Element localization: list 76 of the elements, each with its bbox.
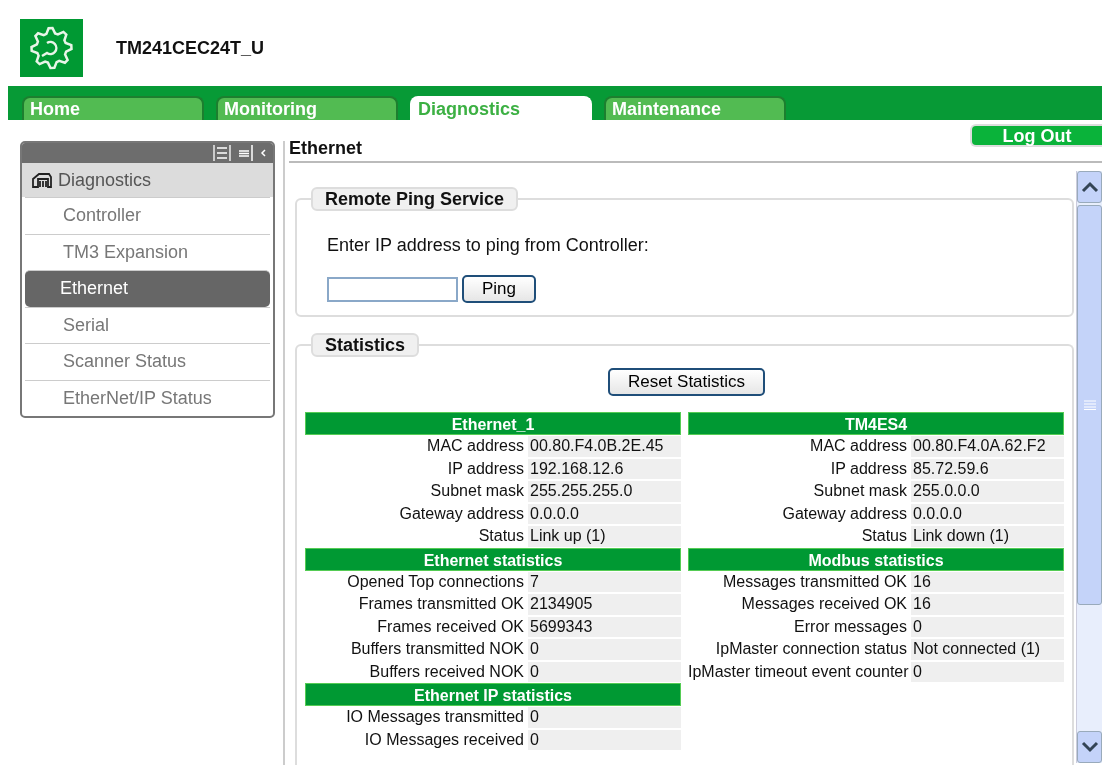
row-label: Frames received OK: [376, 616, 525, 637]
row-label: Error messages: [793, 616, 908, 637]
row-value: 7: [528, 571, 681, 592]
row-label: IO Messages transmitted: [345, 707, 525, 727]
table-section-header: Modbus statistics: [688, 547, 1064, 571]
row-label: Gateway address: [781, 503, 908, 524]
reset-statistics-button[interactable]: Reset Statistics: [607, 368, 766, 396]
device-title: TM241CEC24T_U: [116, 36, 265, 60]
row-label: IpMaster connection status: [714, 639, 908, 659]
row-label: Subnet mask: [429, 481, 525, 501]
row-value: 0: [528, 729, 681, 750]
section-legend: Statistics: [311, 333, 420, 357]
row-value: 0: [528, 661, 681, 682]
row-value: 00.80.F4.0B.2E.45: [528, 436, 681, 457]
nav-tab[interactable]: Maintenance: [604, 96, 786, 120]
nav-tab[interactable]: Monitoring: [216, 96, 398, 120]
machine-icon: [32, 172, 52, 188]
row-label: Opened Top connections: [346, 571, 525, 592]
row-label: MAC address: [809, 436, 908, 456]
section-legend: Remote Ping Service: [311, 187, 519, 211]
row-label: Buffers received NOK: [368, 661, 525, 682]
row-value: 255.255.255.0: [528, 481, 681, 502]
scroll-down-button[interactable]: [1077, 731, 1102, 763]
sidebar-item[interactable]: Ethernet: [25, 270, 270, 307]
row-label: Status: [860, 526, 908, 546]
row-label: IP address: [446, 458, 525, 479]
row-value: Not connected (1): [911, 639, 1064, 660]
sidebar-heading[interactable]: Diagnostics: [22, 163, 273, 197]
sidebar-item[interactable]: EtherNet/IP Status: [25, 379, 270, 416]
sidebar-heading-label: Diagnostics: [58, 168, 152, 192]
ping-button[interactable]: Ping: [462, 275, 537, 303]
row-label: Gateway address: [398, 503, 525, 524]
scroll-thumb[interactable]: [1077, 205, 1102, 605]
row-value: 00.80.F4.0A.62.F2: [911, 436, 1064, 457]
row-value: 255.0.0.0: [911, 481, 1064, 502]
row-value: 85.72.59.6: [911, 458, 1064, 479]
row-value: Link down (1): [911, 526, 1064, 547]
row-label: Subnet mask: [812, 481, 908, 501]
ping-prompt: Enter IP address to ping from Controller:: [327, 234, 650, 257]
expand-all-icon[interactable]: [213, 145, 231, 161]
nav-tab[interactable]: Home: [22, 96, 204, 120]
row-label: Messages transmitted OK: [721, 571, 908, 592]
ip-address-field[interactable]: [327, 276, 458, 302]
row-value: 0.0.0.0: [528, 503, 681, 524]
row-label: Frames transmitted OK: [357, 594, 525, 614]
row-value: 16: [911, 571, 1064, 592]
row-label: IO Messages received: [363, 729, 525, 750]
row-value: Link up (1): [528, 526, 681, 547]
row-value: 192.168.12.6: [528, 458, 681, 479]
row-label: Status: [477, 526, 525, 546]
chevron-up-icon: [1080, 181, 1099, 193]
row-label: Buffers transmitted NOK: [349, 639, 525, 659]
row-value: 0: [528, 707, 681, 728]
sidebar-item[interactable]: Serial: [25, 306, 270, 343]
table-section-header: Ethernet statistics: [305, 547, 681, 571]
grip-icon: [1083, 400, 1096, 410]
row-value: 5699343: [528, 616, 681, 637]
row-label: MAC address: [426, 436, 525, 456]
nav-tab[interactable]: Diagnostics: [410, 96, 592, 120]
row-value: 2134905: [528, 594, 681, 615]
table-section-header: TM4ES4: [688, 412, 1064, 435]
sidebar-item[interactable]: Controller: [25, 197, 270, 234]
chevron-down-icon: [1080, 741, 1099, 753]
row-value: 0.0.0.0: [911, 503, 1064, 524]
scrollbar[interactable]: [1076, 171, 1102, 763]
row-value: 0: [528, 639, 681, 660]
row-value: 0: [911, 616, 1064, 637]
sidebar-item[interactable]: Scanner Status: [25, 343, 270, 380]
row-label: Messages received OK: [740, 594, 908, 614]
table-section-header: Ethernet IP statistics: [305, 683, 681, 706]
row-value: 0: [911, 661, 1064, 682]
row-label: IP address: [829, 458, 908, 479]
row-label: IpMaster timeout event counter: [688, 661, 910, 682]
row-value: 16: [911, 594, 1064, 615]
scroll-up-button[interactable]: [1077, 171, 1102, 203]
table-section-header: Ethernet_1: [305, 412, 681, 435]
